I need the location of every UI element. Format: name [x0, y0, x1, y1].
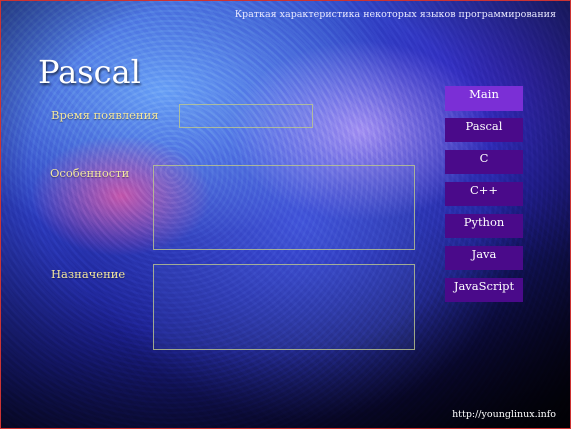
nav-item-main[interactable]: Main [445, 86, 523, 111]
appearance-field[interactable] [179, 104, 313, 128]
nav-item-cpp[interactable]: C++ [445, 182, 523, 206]
page-background: Краткая характеристика некоторых языков … [0, 0, 571, 429]
features-label: Особенности [50, 166, 130, 180]
purpose-label: Назначение [51, 267, 126, 281]
appearance-label: Время появления [51, 108, 159, 122]
nav-item-pascal[interactable]: Pascal [445, 118, 523, 142]
footer-link[interactable]: http://younglinux.info [452, 409, 556, 420]
purpose-field[interactable] [153, 264, 415, 350]
nav-item-c[interactable]: C [445, 150, 523, 174]
site-subtitle: Краткая характеристика некоторых языков … [234, 9, 556, 20]
nav-item-python[interactable]: Python [445, 214, 523, 238]
nav-item-java[interactable]: Java [445, 246, 523, 270]
nav-item-javascript[interactable]: JavaScript [445, 278, 523, 302]
page-title: Pascal [38, 53, 141, 91]
features-field[interactable] [153, 165, 415, 250]
